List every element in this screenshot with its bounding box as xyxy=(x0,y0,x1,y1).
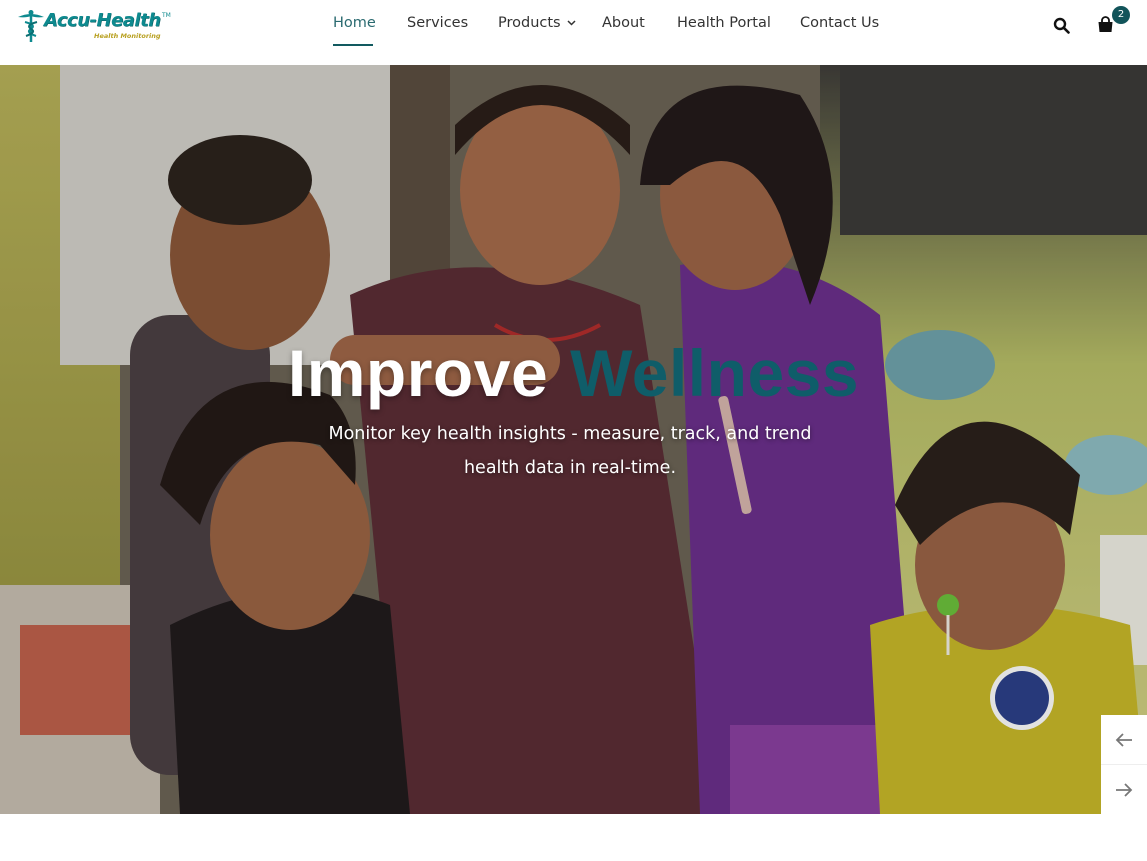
slider-next-button[interactable] xyxy=(1101,765,1147,814)
hero-slider: Improve Wellness Monitor key health insig… xyxy=(0,65,1147,814)
arrow-right-icon xyxy=(1116,782,1133,797)
hero-subtitle: Monitor key health insights - measure, t… xyxy=(270,417,870,485)
site-header: Accu-Health TM Health Monitoring Home Se… xyxy=(0,0,1147,65)
nav-products-label: Products xyxy=(498,15,561,31)
chevron-down-icon xyxy=(567,20,576,26)
hero-title: Improve Wellness xyxy=(0,335,1147,411)
nav-health-portal[interactable]: Health Portal xyxy=(677,15,771,31)
nav-products[interactable]: Products xyxy=(498,15,576,31)
active-nav-indicator xyxy=(333,44,373,46)
search-icon[interactable] xyxy=(1053,17,1070,34)
slider-prev-button[interactable] xyxy=(1101,715,1147,765)
shopping-bag-icon[interactable] xyxy=(1097,16,1114,33)
hero-title-part2: Wellness xyxy=(570,336,860,410)
nav-about[interactable]: About xyxy=(602,15,645,31)
hero-subtitle-line1: Monitor key health insights - measure, t… xyxy=(328,424,812,444)
brand-name: Accu-Health xyxy=(44,10,161,31)
nav-contact-us[interactable]: Contact Us xyxy=(800,15,879,31)
hero-title-part1: Improve xyxy=(287,336,549,410)
brand-logo[interactable]: Accu-Health TM Health Monitoring xyxy=(16,9,171,43)
nav-home[interactable]: Home xyxy=(333,15,376,31)
caduceus-icon xyxy=(18,10,44,42)
trademark-mark: TM xyxy=(162,12,171,19)
nav-services[interactable]: Services xyxy=(407,15,468,31)
hero-subtitle-line2: health data in real-time. xyxy=(463,458,677,478)
brand-tagline: Health Monitoring xyxy=(94,32,161,40)
arrow-left-icon xyxy=(1115,732,1132,747)
cart-count-badge: 2 xyxy=(1112,6,1130,24)
